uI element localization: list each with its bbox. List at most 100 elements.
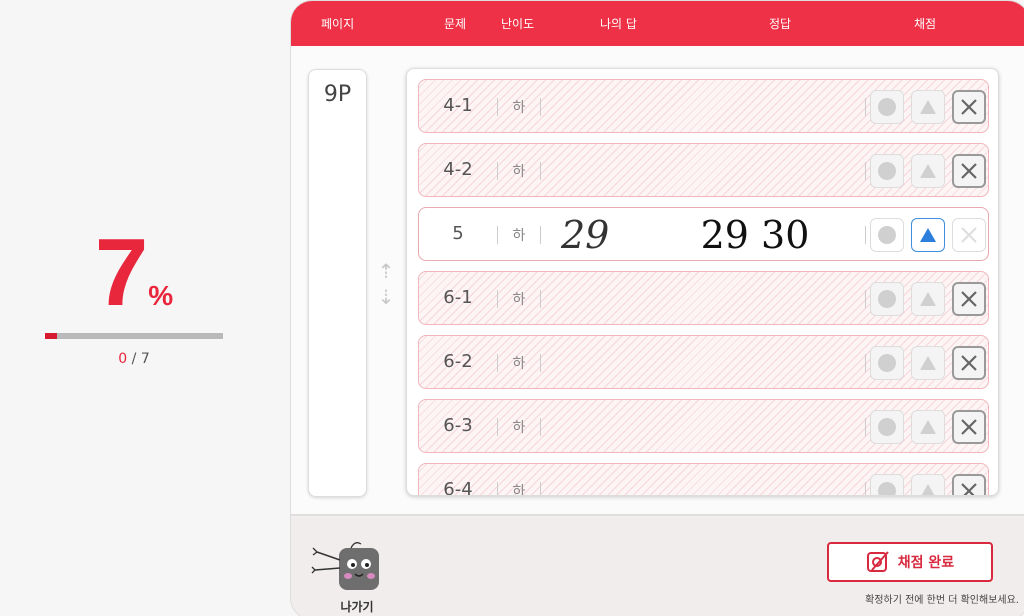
circle-mark-icon <box>878 482 896 495</box>
circle-mark-button[interactable] <box>870 218 904 252</box>
my-answer-handwriting: 29 <box>557 212 653 258</box>
difficulty-level: 하 <box>512 292 526 308</box>
score-percent: 7 <box>94 219 148 326</box>
question-number: 6-2 <box>443 351 473 372</box>
x-mark-button[interactable] <box>952 282 986 316</box>
circle-mark-button[interactable] <box>870 154 904 188</box>
exit-label: 나가기 <box>340 600 374 614</box>
triangle-mark-icon <box>920 356 936 370</box>
score-count: 0 / 7 <box>45 351 223 367</box>
divider <box>865 98 866 116</box>
complete-grading-button[interactable]: 채점 완료 <box>827 542 993 582</box>
page-selector[interactable]: 9P <box>308 69 367 497</box>
triangle-mark-button[interactable] <box>911 410 945 444</box>
divider <box>865 162 866 180</box>
circle-mark-button[interactable] <box>870 474 904 495</box>
circle-mark-icon <box>878 290 896 308</box>
divider <box>540 162 541 180</box>
scroll-arrows: ⇡ ⇣ <box>377 258 395 310</box>
circle-mark-icon <box>878 226 896 244</box>
x-mark-icon <box>961 99 977 115</box>
x-mark-button[interactable] <box>952 218 986 252</box>
x-mark-button[interactable] <box>952 410 986 444</box>
difficulty-level: 하 <box>512 420 526 436</box>
question-row-active: 5 하 29 29 30 <box>418 207 989 261</box>
circle-mark-icon <box>878 98 896 116</box>
circle-mark-button[interactable] <box>870 410 904 444</box>
grading-pen-icon <box>866 551 889 572</box>
circle-mark-icon <box>878 162 896 180</box>
question-number: 4-2 <box>443 159 473 180</box>
divider <box>865 418 866 436</box>
x-mark-icon <box>961 163 977 179</box>
x-mark-icon <box>961 355 977 371</box>
triangle-mark-button[interactable] <box>911 90 945 124</box>
triangle-mark-button[interactable] <box>911 474 945 495</box>
grading-card: 페이지 문제 난이도 나의 답 정답 채점 9P ⇡ ⇣ 4-1 하 4-2 하… <box>290 0 1024 616</box>
circle-mark-button[interactable] <box>870 346 904 380</box>
table-header: 페이지 문제 난이도 나의 답 정답 채점 <box>291 1 1024 46</box>
circle-mark-icon <box>878 418 896 436</box>
triangle-mark-button[interactable] <box>911 346 945 380</box>
circle-mark-icon <box>878 354 896 372</box>
question-row: 6-4 하 <box>418 463 989 496</box>
divider <box>865 226 866 244</box>
divider <box>540 354 541 372</box>
correct-answer: 29 30 <box>700 213 810 257</box>
triangle-mark-icon <box>920 164 936 178</box>
x-mark-icon <box>961 291 977 307</box>
page-label: 9P <box>323 82 352 107</box>
circle-mark-button[interactable] <box>870 282 904 316</box>
x-mark-icon <box>961 227 977 243</box>
question-number: 4-1 <box>443 95 473 116</box>
question-row: 4-2 하 <box>418 143 989 197</box>
header-difficulty: 난이도 <box>501 17 535 31</box>
triangle-mark-icon <box>920 484 936 495</box>
down-arrow-icon[interactable]: ⇣ <box>377 284 395 310</box>
up-arrow-icon[interactable]: ⇡ <box>377 258 395 284</box>
circle-mark-button[interactable] <box>870 90 904 124</box>
score-display: 7% <box>45 225 223 321</box>
question-number: 5 <box>452 223 464 244</box>
score-progress-fill <box>45 333 58 339</box>
question-row: 6-2 하 <box>418 335 989 389</box>
header-correct-answer: 정답 <box>769 17 792 31</box>
header-my-answer: 나의 답 <box>600 17 637 31</box>
header-grading: 채점 <box>914 17 937 31</box>
content-area: 9P ⇡ ⇣ 4-1 하 4-2 하 5 하 29 29 30 6-1 하 6-… <box>291 46 1024 516</box>
divider <box>865 354 866 372</box>
question-row: 6-3 하 <box>418 399 989 453</box>
divider <box>865 482 866 495</box>
divider <box>540 482 541 495</box>
score-progress-bar <box>45 333 223 339</box>
x-mark-button[interactable] <box>952 154 986 188</box>
mascot-icon <box>311 542 379 590</box>
question-number: 6-3 <box>443 415 473 436</box>
confirm-hint: 확정하기 전에 한번 더 확인해보세요. <box>865 595 1019 606</box>
x-mark-button[interactable] <box>952 90 986 124</box>
triangle-mark-button[interactable] <box>911 282 945 316</box>
question-number: 6-1 <box>443 287 473 308</box>
difficulty-level: 하 <box>512 100 526 116</box>
difficulty-level: 하 <box>512 484 526 496</box>
divider <box>865 290 866 308</box>
score-percent-sign: % <box>148 280 174 311</box>
x-mark-button[interactable] <box>952 474 986 495</box>
complete-label: 채점 완료 <box>897 555 955 571</box>
divider <box>540 226 541 244</box>
header-page: 페이지 <box>321 17 355 31</box>
score-count-current: 0 <box>118 351 128 367</box>
question-number: 6-4 <box>443 479 473 496</box>
triangle-mark-icon <box>920 228 936 242</box>
difficulty-level: 하 <box>512 164 526 180</box>
triangle-mark-icon <box>920 420 936 434</box>
triangle-mark-button[interactable] <box>911 218 945 252</box>
triangle-mark-icon <box>920 292 936 306</box>
divider <box>540 290 541 308</box>
question-list: 4-1 하 4-2 하 5 하 29 29 30 6-1 하 6-2 하 6-3… <box>406 68 999 496</box>
x-mark-button[interactable] <box>952 346 986 380</box>
question-row: 4-1 하 <box>418 79 989 133</box>
difficulty-level: 하 <box>512 228 526 244</box>
footer: 나가기 채점 완료 확정하기 전에 한번 더 확인해보세요. <box>291 518 1024 616</box>
triangle-mark-button[interactable] <box>911 154 945 188</box>
